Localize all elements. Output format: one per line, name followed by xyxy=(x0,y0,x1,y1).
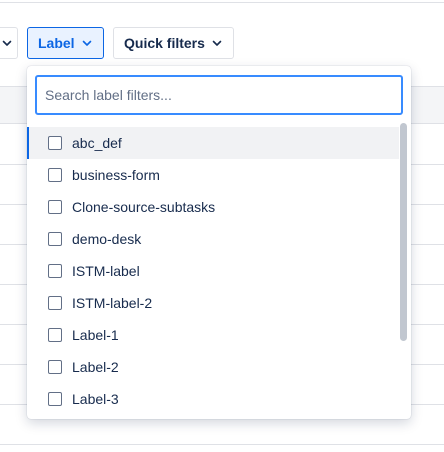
scrollbar-thumb[interactable] xyxy=(400,123,407,341)
chevron-down-icon xyxy=(1,37,13,49)
checkbox[interactable] xyxy=(48,200,62,214)
top-divider xyxy=(0,2,444,3)
label-option-text: business-form xyxy=(72,167,160,183)
label-option-text: abc_def xyxy=(72,135,122,151)
checkbox[interactable] xyxy=(48,296,62,310)
quick-filters-button[interactable]: Quick filters xyxy=(113,27,234,59)
label-option-text: Label-2 xyxy=(72,359,119,375)
label-option-label-2[interactable]: Label-2 xyxy=(27,351,399,383)
label-option-text: Clone-source-subtasks xyxy=(72,199,216,215)
label-filter-button-text: Label xyxy=(38,35,75,51)
checkbox[interactable] xyxy=(48,392,62,406)
options-scrollbar[interactable] xyxy=(399,121,411,419)
label-search-input[interactable] xyxy=(35,75,403,115)
checkbox[interactable] xyxy=(48,136,62,150)
quick-filters-button-text: Quick filters xyxy=(124,35,205,51)
chevron-down-icon xyxy=(81,37,93,49)
checkbox[interactable] xyxy=(48,232,62,246)
label-option-label-3[interactable]: Label-3 xyxy=(27,383,399,415)
label-option-business-form[interactable]: business-form xyxy=(27,159,399,191)
label-option-istm-label[interactable]: ISTM-label xyxy=(27,255,399,287)
label-option-text: ISTM-label xyxy=(72,263,140,279)
table-row-divider xyxy=(0,444,444,445)
label-option-clone-source-subtasks[interactable]: Clone-source-subtasks xyxy=(27,191,399,223)
label-option-text: ISTM-label-2 xyxy=(72,295,153,311)
label-options-list: abc_def business-form Clone-source-subta… xyxy=(27,127,399,415)
label-option-abc-def[interactable]: abc_def xyxy=(27,127,399,159)
label-option-text: Label-3 xyxy=(72,391,119,407)
label-option-demo-desk[interactable]: demo-desk xyxy=(27,223,399,255)
label-option-text: Label-1 xyxy=(72,327,119,343)
checkbox[interactable] xyxy=(48,360,62,374)
chevron-down-icon xyxy=(211,37,223,49)
search-field xyxy=(35,75,403,115)
label-option-text: demo-desk xyxy=(72,231,142,247)
label-filter-button[interactable]: Label xyxy=(27,27,104,59)
label-filter-dropdown: abc_def business-form Clone-source-subta… xyxy=(27,66,411,419)
checkbox[interactable] xyxy=(48,264,62,278)
checkbox[interactable] xyxy=(48,328,62,342)
previous-filter-button[interactable] xyxy=(0,27,18,59)
label-option-istm-label-2[interactable]: ISTM-label-2 xyxy=(27,287,399,319)
issue-view: Label Quick filters abc_def business-for… xyxy=(0,0,444,452)
label-option-label-1[interactable]: Label-1 xyxy=(27,319,399,351)
checkbox[interactable] xyxy=(48,168,62,182)
